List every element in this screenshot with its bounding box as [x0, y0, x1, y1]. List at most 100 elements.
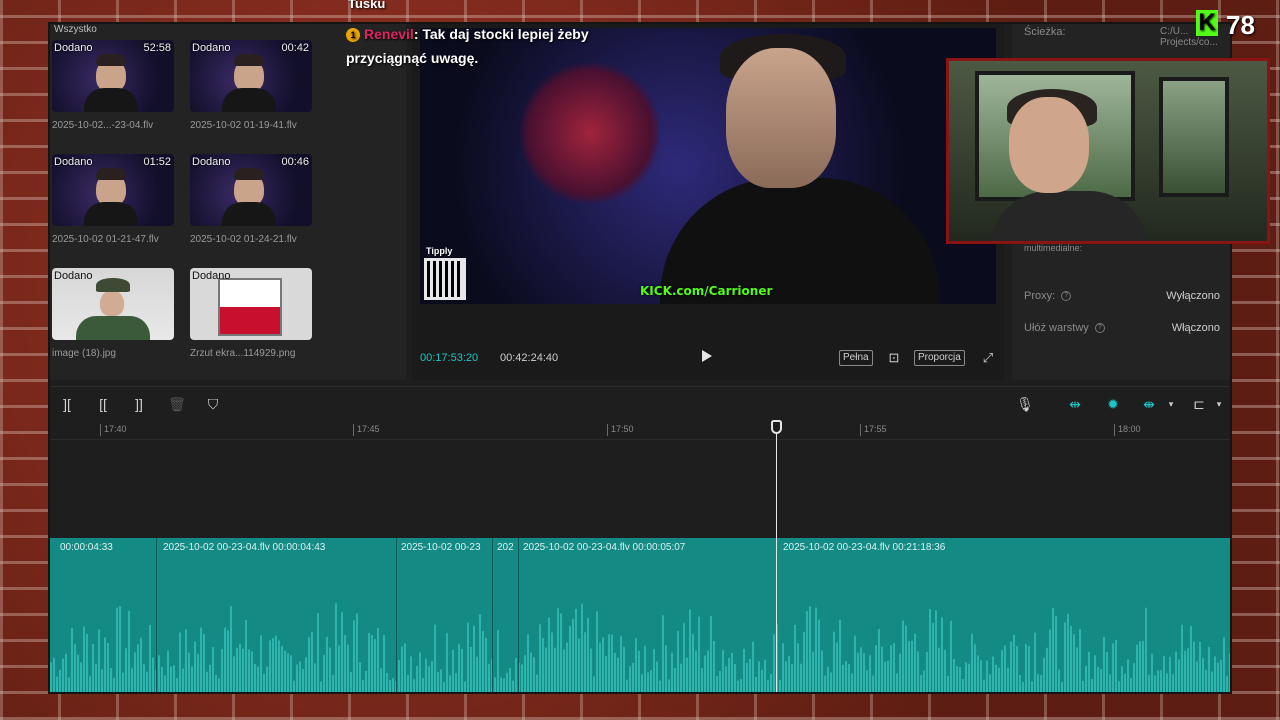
magnet-icon[interactable]: ✹	[1104, 395, 1122, 413]
waveform-bar	[695, 650, 697, 692]
waveform-bar	[365, 670, 367, 692]
waveform-bar	[692, 634, 694, 692]
media-thumbnail[interactable]: Dodano 52:58	[52, 40, 174, 112]
waveform-bar	[392, 678, 394, 692]
waveform-bar	[1199, 641, 1201, 692]
media-item[interactable]: Dodano image (18).jpg	[52, 268, 176, 359]
clip-divider[interactable]	[156, 538, 157, 692]
waveform-bar	[974, 644, 976, 692]
waveform-bar	[398, 660, 400, 692]
waveform-bar	[605, 656, 607, 692]
aspect-ratio-button[interactable]: Proporcja	[914, 350, 965, 366]
waveform-bar	[869, 655, 871, 692]
waveform-bar	[434, 624, 436, 692]
waveform-bar	[752, 641, 754, 692]
waveform-bar	[1070, 626, 1072, 692]
preview-axis-icon[interactable]: ⇼	[1140, 395, 1158, 413]
media-thumbnail[interactable]: Dodano	[52, 268, 174, 340]
delete-icon[interactable]: 🗑	[168, 395, 186, 413]
screenshot-icon[interactable]: ⊡	[886, 350, 902, 366]
media-thumbnail[interactable]: Dodano 00:42	[190, 40, 312, 112]
waveform-bar	[890, 645, 892, 692]
timeline-toolbar: ][ [[ ]] 🗑 ⛉ 🎙 ⇹ ✹ ⇼ ▾ ⊏ ▾	[50, 386, 1230, 420]
fullscreen-icon[interactable]: ⤢	[980, 350, 996, 366]
waveform-bar	[578, 638, 580, 692]
chevron-down-icon[interactable]: ▾	[1162, 395, 1180, 413]
clip-divider[interactable]	[518, 538, 519, 692]
waveform-bar	[431, 661, 433, 692]
waveform-bar	[944, 649, 946, 692]
waveform-bar	[938, 647, 940, 692]
waveform-bar	[1052, 607, 1054, 692]
waveform-bar	[503, 678, 505, 692]
playhead-handle[interactable]	[771, 420, 782, 434]
waveform-bar	[389, 680, 391, 692]
waveform-bar	[530, 652, 532, 692]
playhead[interactable]	[776, 422, 777, 692]
proxy-row[interactable]: Proxy: ? Wyłączono	[1024, 290, 1224, 302]
media-thumbnail[interactable]: Dodano	[190, 268, 312, 340]
waveform-bar	[926, 651, 928, 692]
waveform-bar	[596, 611, 598, 692]
proxy-value[interactable]: Wyłączono	[1166, 290, 1220, 302]
waveform-bar	[254, 664, 256, 692]
full-quality-button[interactable]: Pełna	[839, 350, 873, 366]
waveform-bar	[206, 671, 208, 692]
trim-left-icon[interactable]: [[	[94, 395, 112, 413]
waveform-bar	[173, 665, 175, 692]
mic-icon[interactable]: 🎙	[1016, 395, 1034, 413]
waveform-bar	[767, 680, 769, 692]
ruler-tick: 17:40	[100, 424, 127, 436]
waveform-bar	[707, 650, 709, 692]
waveform-bar	[476, 656, 478, 692]
waveform-bar	[245, 620, 247, 692]
waveform-bar	[758, 661, 760, 692]
waveform-bar	[488, 664, 490, 692]
waveform-bar	[98, 629, 100, 692]
trim-right-icon[interactable]: ]]	[130, 395, 148, 413]
waveform-bar	[1058, 669, 1060, 692]
video-track[interactable]: 00:00:04:33 2025-10-02 00-23-04.flv 00:0…	[50, 538, 1230, 692]
waveform-bar	[956, 666, 958, 692]
media-item[interactable]: Dodano 01:52 2025-10-02 01-21-47.flv	[52, 154, 176, 245]
waveform-bar	[884, 661, 886, 692]
waveform-bar	[839, 619, 841, 692]
media-item[interactable]: Dodano 00:46 2025-10-02 01-24-21.flv	[190, 154, 314, 245]
timeline-ruler[interactable]: 17:40 17:45 17:50 17:55 18:00	[50, 422, 1230, 440]
media-item[interactable]: Dodano Zrzut ekra...114929.png	[190, 268, 314, 359]
waveform-bar	[170, 666, 172, 692]
waveform-bar	[419, 652, 421, 692]
media-thumbnail[interactable]: Dodano 01:52	[52, 154, 174, 226]
waveform-bar	[797, 643, 799, 692]
layers-value[interactable]: Włączono	[1172, 322, 1220, 334]
play-icon[interactable]	[702, 350, 712, 362]
waveform-bar	[827, 666, 829, 692]
split-icon[interactable]: ][	[58, 395, 76, 413]
waveform-bar	[1229, 653, 1230, 692]
waveform-bar	[149, 624, 151, 692]
chevron-down-icon[interactable]: ▾	[1210, 395, 1228, 413]
waveform-bar	[809, 606, 811, 692]
media-item[interactable]: Dodano 52:58 2025-10-02...-23-04.flv	[52, 40, 176, 131]
added-badge: Dodano	[192, 270, 231, 282]
waveform-bar	[866, 670, 868, 692]
waveform-bar	[539, 624, 541, 692]
waveform-bar	[119, 606, 121, 692]
waveform-bar	[128, 610, 130, 692]
waveform-bar	[326, 636, 328, 692]
waveform-bar	[1094, 655, 1096, 692]
waveform-bar	[989, 674, 991, 692]
marker-icon[interactable]: ⛉	[204, 395, 222, 413]
clip-divider[interactable]	[492, 538, 493, 692]
waveform-bar	[932, 622, 934, 692]
waveform-bar	[341, 612, 343, 692]
zoom-fit-icon[interactable]: ⊏	[1190, 395, 1208, 413]
media-item[interactable]: Dodano 00:42 2025-10-02 01-19-41.flv	[190, 40, 314, 131]
waveform-bar	[617, 657, 619, 692]
link-icon[interactable]: ⇹	[1066, 395, 1084, 413]
media-filename: 2025-10-02...-23-04.flv	[52, 120, 154, 131]
clip-divider[interactable]	[396, 538, 397, 692]
media-thumbnail[interactable]: Dodano 00:46	[190, 154, 312, 226]
waveform-bar	[224, 627, 226, 692]
layers-row[interactable]: Ułóż warstwy ? Włączono	[1024, 322, 1224, 334]
